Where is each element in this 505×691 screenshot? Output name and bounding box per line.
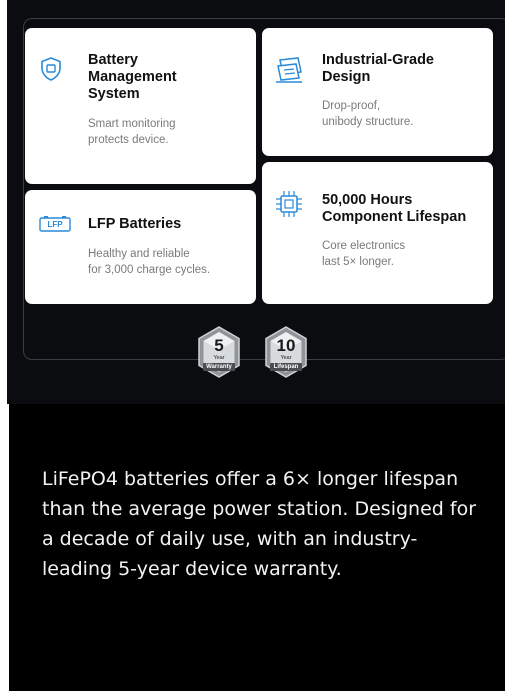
description-panel: LiFePO4 batteries offer a 6× longer life… [9, 404, 505, 691]
shield-icon [41, 57, 61, 81]
feature-title: LFP Batteries [88, 216, 182, 232]
feature-card-bms: Battery Management System Smart monitori… [25, 28, 256, 184]
features-panel: Battery Management System Smart monitori… [7, 0, 505, 404]
badge-unit: Year [213, 355, 225, 361]
feature-desc: Drop-proof, unibody structure. [322, 100, 414, 128]
feature-title: Industrial-Grade Design [322, 52, 434, 85]
badge-unit: Year [280, 355, 292, 361]
badge-label: Warranty [203, 363, 235, 371]
lfp-icon-label: LFP [47, 220, 63, 229]
feature-desc: Smart monitoring protects device. [88, 118, 176, 146]
feature-title: 50,000 Hours Component Lifespan [322, 192, 467, 225]
badge-number: 5 [214, 336, 224, 355]
feature-card-lifespan: 50,000 Hours Component Lifespan Core ele… [262, 162, 493, 304]
feature-desc: Healthy and reliable for 3,000 charge cy… [88, 248, 211, 276]
pcb-layers-icon [276, 57, 302, 83]
lifespan-badge: 10 Year Lifespan [264, 326, 308, 378]
body-text: LiFePO4 batteries offer a 6× longer life… [42, 468, 477, 580]
warranty-badge: 5 Year Warranty [197, 326, 241, 378]
feature-card-lfp: LFP LFP Batteries Healthy and reliable f… [25, 190, 256, 304]
chip-icon [276, 191, 302, 217]
badge-number: 10 [276, 336, 296, 355]
badge-label: Lifespan [270, 363, 302, 371]
feature-title: Battery Management System [88, 52, 177, 102]
feature-card-industrial: Industrial-Grade Design Drop-proof, unib… [262, 28, 493, 156]
feature-desc: Core electronics last 5× longer. [322, 240, 406, 268]
lfp-battery-icon: LFP [39, 216, 71, 232]
